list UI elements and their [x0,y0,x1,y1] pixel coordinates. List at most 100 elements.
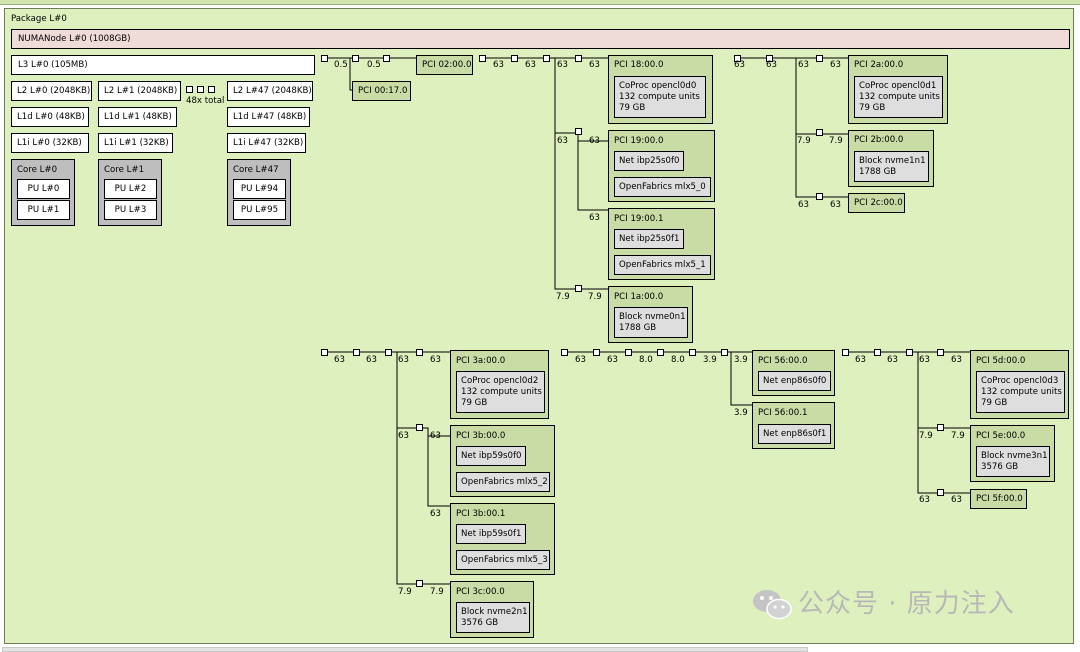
pci-label: PCI 19:00.0 [614,136,664,146]
port-marker [352,55,359,62]
port-marker [625,349,632,356]
pci-device-box: PCI 1a:00.0 Block nvme0n1 1788 GB [608,286,693,343]
link-speed-label: 63 [589,213,600,223]
net-device-box: Net enp86s0f1 [758,424,831,444]
port-marker [321,349,328,356]
pci-device-box: PCI 19:00.0 Net ibp25s0f0 OpenFabrics ml… [608,130,715,202]
link-speed-label: 63 [951,355,962,365]
link-speed-label: 63 [589,60,600,70]
coproc-device-box: CoProc opencl0d2 132 compute units 79 GB [456,371,545,413]
horizontal-scrollbar[interactable] [2,647,808,652]
link-speed-label: 63 [951,495,962,505]
wechat-icon [753,590,792,620]
pci-label: PCI 2b:00.0 [854,135,904,145]
pci-device-box: PCI 3b:00.0 Net ibp59s0f0 OpenFabrics ml… [450,425,555,497]
pci-device-box: PCI 2c:00.0 [848,193,905,213]
link-speed-label: 63 [830,60,841,70]
link-speed-label: 63 [734,60,745,70]
pci-device-box: PCI 18:00.0 CoProc opencl0d0 132 compute… [608,55,713,124]
port-marker [689,349,696,356]
port-marker [874,349,881,356]
block-device-box: Block nvme1n1 1788 GB [854,151,929,182]
device-name: OpenFabrics mlx5_3 [461,555,548,565]
coproc-device-box: CoProc opencl0d0 132 compute units 79 GB [614,76,706,118]
link-speed-label: 8.0 [671,355,685,365]
port-marker [657,349,664,356]
device-name: CoProc opencl0d0 [619,81,697,91]
link-speed-label: 63 [919,355,930,365]
device-detail: 132 compute units [859,92,940,102]
device-name: OpenFabrics mlx5_1 [619,260,706,270]
openfabrics-device-box: OpenFabrics mlx5_0 [614,177,711,197]
link-speed-label: 63 [589,136,600,146]
port-marker [353,349,360,356]
device-name: CoProc opencl0d2 [461,376,539,386]
link-speed-label: 63 [430,431,441,441]
link-speed-label: 63 [575,355,586,365]
port-marker [416,349,423,356]
port-marker [416,424,423,431]
pci-label: PCI 5d:00.0 [976,356,1026,366]
pci-device-box: PCI 3b:00.1 Net ibp59s0f1 OpenFabrics ml… [450,503,555,575]
device-detail: 79 GB [461,398,488,408]
pci-device-box: PCI 3c:00.0 Block nvme2n1 3576 GB [450,581,534,638]
net-device-box: Net ibp59s0f0 [456,446,526,466]
net-device-box: Net ibp59s0f1 [456,524,526,544]
device-detail: 3576 GB [981,462,1019,472]
device-detail: 1788 GB [619,323,657,333]
openfabrics-device-box: OpenFabrics mlx5_3 [456,550,550,570]
link-speed-label: 63 [887,355,898,365]
openfabrics-device-box: OpenFabrics mlx5_1 [614,255,711,275]
net-device-box: Net ibp25s0f0 [614,151,684,171]
device-detail: 132 compute units [461,387,542,397]
port-marker [479,55,486,62]
coproc-device-box: CoProc opencl0d3 132 compute units 79 GB [976,371,1065,413]
link-speed-label: 3.9 [703,355,717,365]
link-speed-label: 7.9 [797,136,811,146]
port-marker [575,128,582,135]
port-marker [937,489,944,496]
link-speed-label: 7.9 [588,292,602,302]
link-speed-label: 63 [830,200,841,210]
pci-label: PCI 18:00.0 [614,60,664,70]
port-marker [593,349,600,356]
device-name: Block nvme1n1 [859,156,926,166]
pci-device-box: PCI 19:00.1 Net ibp25s0f1 OpenFabrics ml… [608,208,715,280]
link-speed-label: 63 [798,60,809,70]
port-marker [561,349,568,356]
link-speed-label: 63 [525,60,536,70]
pci-label: PCI 3b:00.0 [456,431,506,441]
pci-label: PCI 02:00.0 [422,60,472,70]
pci-device-box: PCI 56:00.0 Net enp86s0f0 [752,350,835,396]
link-speed-label: 63 [919,495,930,505]
block-device-box: Block nvme0n1 1788 GB [614,307,688,338]
link-speed-label: 7.9 [829,136,843,146]
link-speed-label: 0.5 [367,60,381,70]
link-speed-label: 63 [607,355,618,365]
pci-device-box: PCI 3a:00.0 CoProc opencl0d2 132 compute… [450,350,549,419]
pci-label: PCI 3c:00.0 [456,587,505,597]
device-name: Net ibp25s0f0 [619,156,680,166]
pci-device-box: PCI 02:00.0 [416,55,473,75]
device-name: Net enp86s0f1 [763,429,827,439]
port-marker [511,55,518,62]
link-speed-label: 63 [557,136,568,146]
block-device-box: Block nvme3n1 3576 GB [976,446,1050,477]
link-speed-label: 8.0 [639,355,653,365]
link-speed-label: 63 [334,355,345,365]
pci-label: PCI 56:00.1 [758,408,808,418]
port-marker [816,129,823,136]
coproc-device-box: CoProc opencl0d1 132 compute units 79 GB [854,76,943,118]
pci-label: PCI 5e:00.0 [976,431,1026,441]
port-marker [721,349,728,356]
net-device-box: Net ibp25s0f1 [614,229,684,249]
device-name: Block nvme2n1 [461,607,528,617]
device-detail: 3576 GB [461,618,499,628]
link-speed-label: 63 [557,60,568,70]
device-detail: 79 GB [859,103,886,113]
link-speed-label: 0.5 [334,60,348,70]
pci-device-box: PCI 5d:00.0 CoProc opencl0d3 132 compute… [970,350,1069,419]
pci-label: PCI 5f:00.0 [976,494,1023,504]
openfabrics-device-box: OpenFabrics mlx5_2 [456,472,550,492]
port-marker [575,285,582,292]
